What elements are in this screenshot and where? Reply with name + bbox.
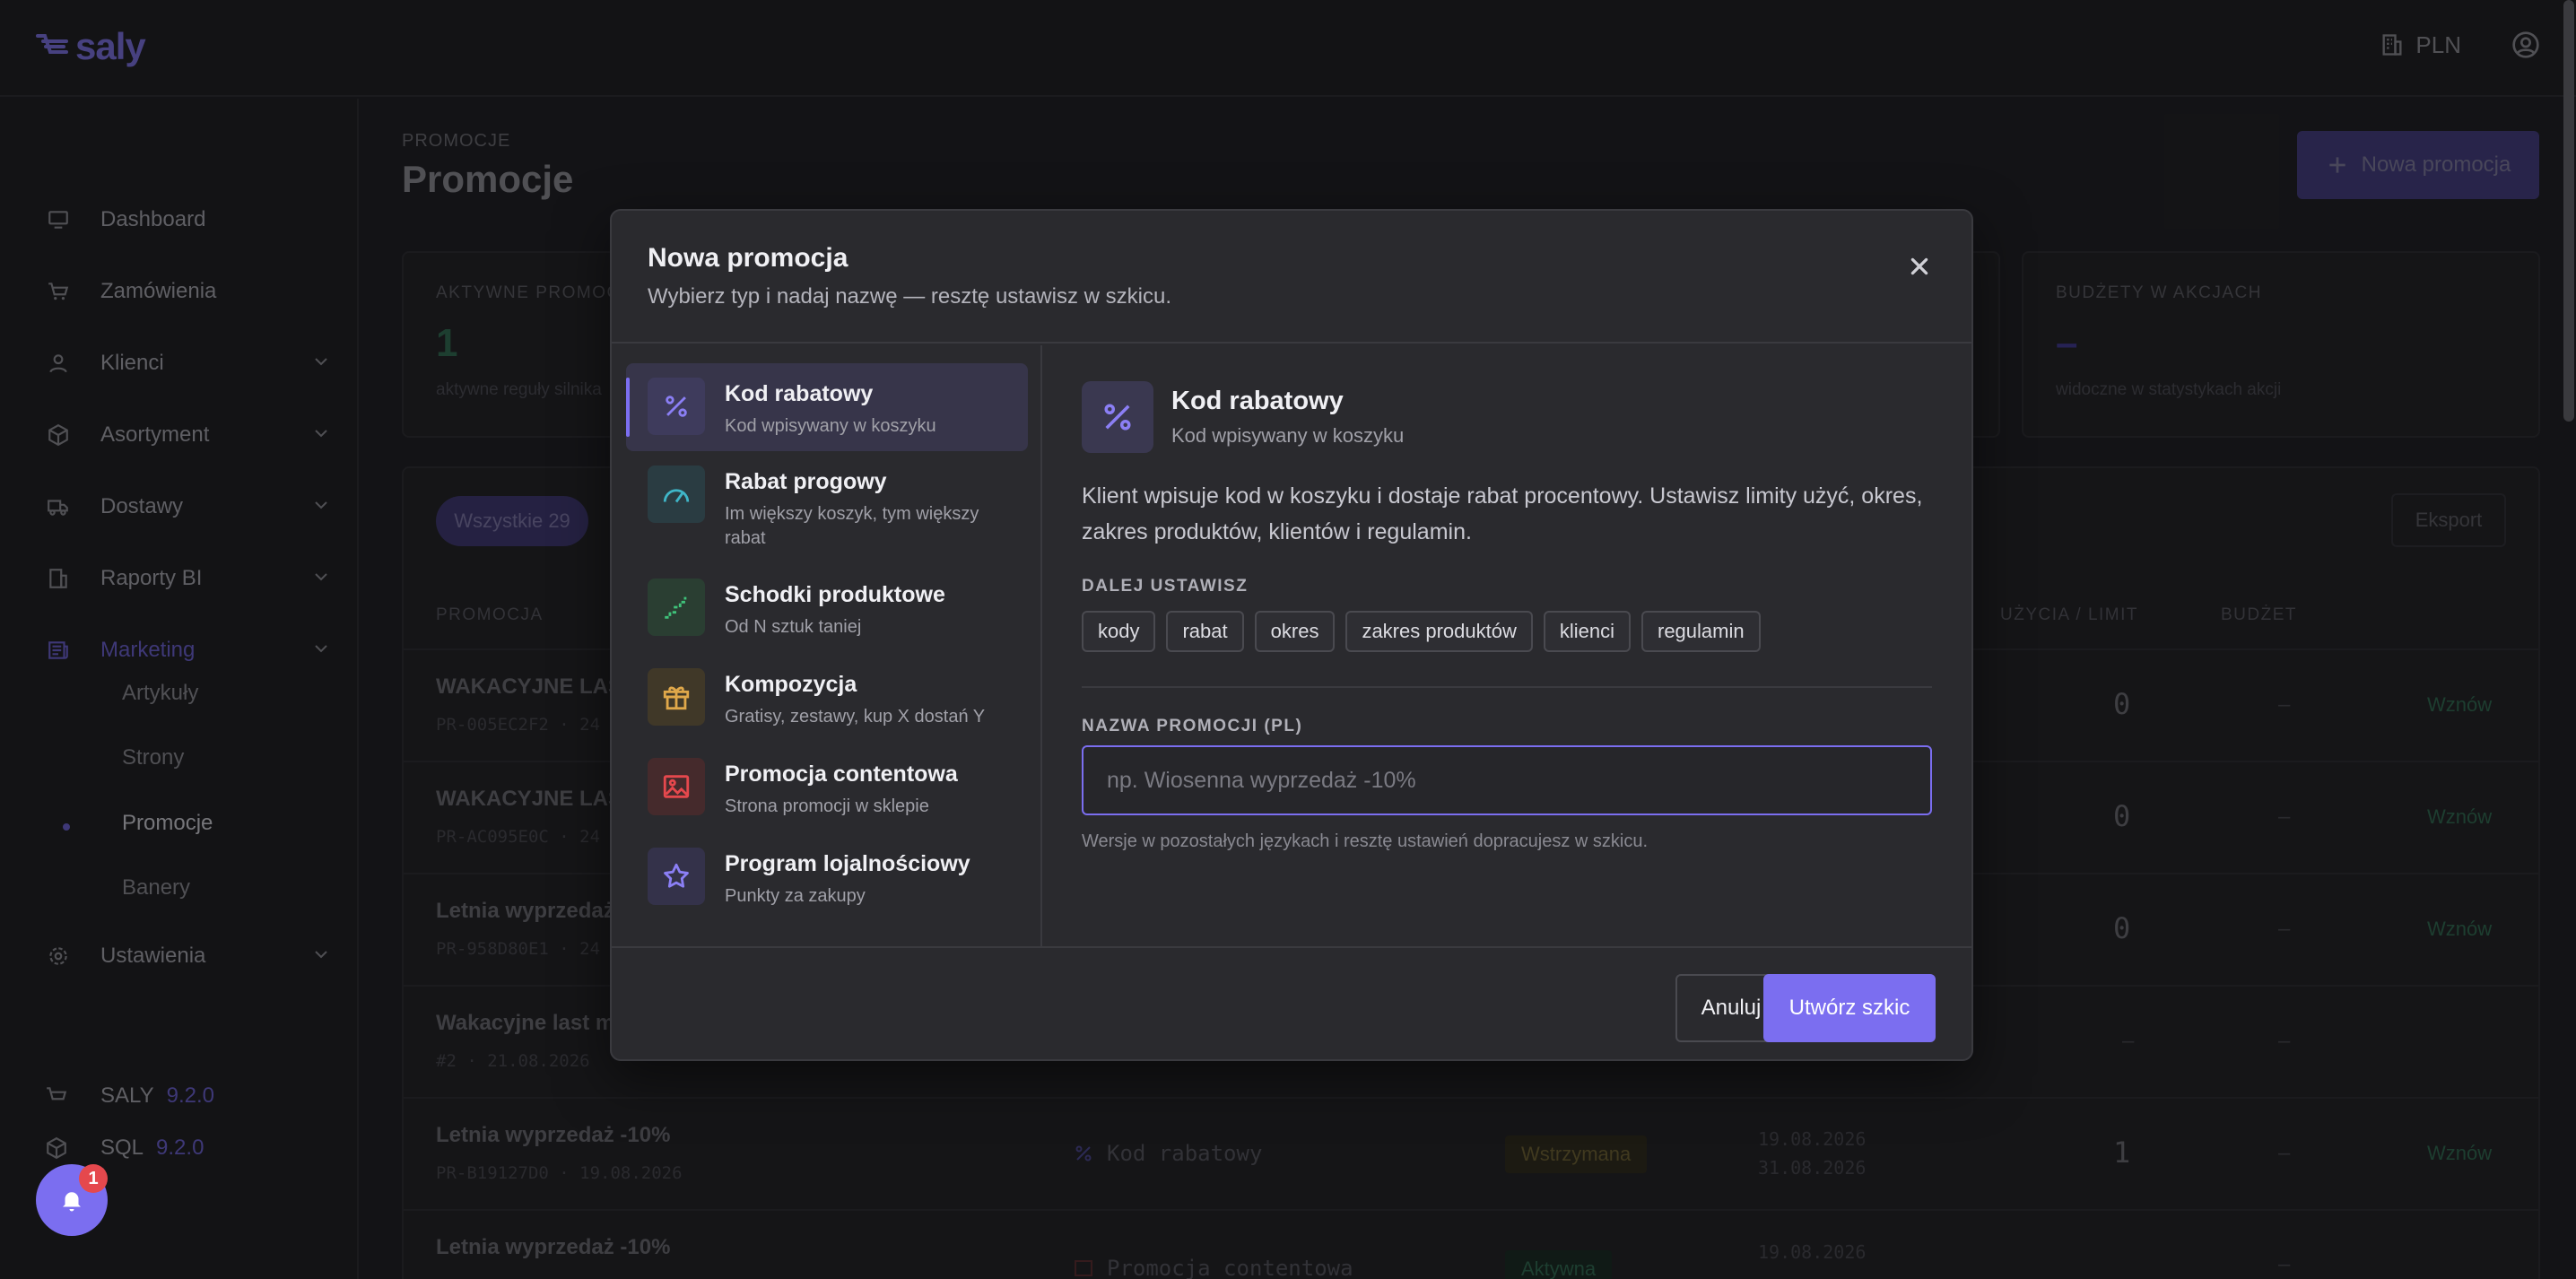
- star-icon: [664, 863, 689, 888]
- scrollbar[interactable]: [2563, 0, 2574, 422]
- type-option-threshold-discount[interactable]: Rabat progowy Im większy koszyk, tym wię…: [626, 451, 1028, 564]
- type-option-content-promotion[interactable]: Promocja contentowa Strona promocji w sk…: [626, 744, 1028, 833]
- promotion-name-hint: Wersje w pozostałych językach i resztę u…: [1082, 831, 1648, 851]
- new-promotion-dialog: Nowa promocja Wybierz typ i nadaj nazwę …: [610, 209, 1973, 1061]
- detail-subtitle: Kod wpisywany w koszyku: [1171, 424, 1405, 447]
- tag: rabat: [1166, 611, 1244, 652]
- tag: okres: [1254, 611, 1336, 652]
- dialog-title: Nowa promocja: [648, 243, 849, 273]
- tag: kody: [1082, 611, 1156, 652]
- detail-title: Kod rabatowy: [1171, 387, 1344, 415]
- promotion-type-detail: Kod rabatowy Kod wpisywany w koszyku Kli…: [1044, 345, 1971, 946]
- create-draft-button[interactable]: Utwórz szkic: [1763, 974, 1936, 1042]
- percent-icon: [666, 396, 687, 417]
- gauge-icon: [663, 489, 690, 503]
- type-option-product-steps[interactable]: Schodki produktowe Od N sztuk taniej: [626, 564, 1028, 654]
- tag: regulamin: [1641, 611, 1761, 652]
- dialog-subtitle: Wybierz typ i nadaj nazwę — resztę ustaw…: [648, 284, 1171, 309]
- notification-count-badge: 1: [79, 1164, 108, 1193]
- promotion-name-input[interactable]: [1082, 745, 1932, 815]
- percent-icon: [1104, 404, 1131, 431]
- gift-icon: [663, 686, 690, 710]
- detail-description: Klient wpisuje kod w koszyku i dostaje r…: [1082, 483, 1923, 544]
- promotion-type-list: Kod rabatowy Kod wpisywany w koszyku Rab…: [612, 345, 1042, 946]
- stairs-icon: [665, 596, 687, 619]
- next-settings-label: DALEJ USTAWISZ: [1082, 577, 1249, 596]
- next-settings-tags: kody rabat okres zakres produktów klienc…: [1082, 611, 1761, 652]
- bell-icon: [63, 1192, 81, 1212]
- tag: klienci: [1543, 611, 1631, 652]
- promotion-name-label: NAZWA PROMOCJI (PL): [1082, 717, 1303, 735]
- image-icon: [663, 775, 690, 798]
- dialog-footer: Anuluj Utwórz szkic: [612, 946, 1971, 1059]
- close-icon: [1910, 257, 1928, 275]
- type-option-loyalty-program[interactable]: Program lojalnościowy Punkty za zakupy: [626, 833, 1028, 923]
- dialog-header: Nowa promocja Wybierz typ i nadaj nazwę …: [612, 211, 1971, 344]
- type-option-composition[interactable]: Kompozycja Gratisy, zestawy, kup X dosta…: [626, 654, 1028, 744]
- close-button[interactable]: [1902, 248, 1937, 284]
- type-option-discount-code[interactable]: Kod rabatowy Kod wpisywany w koszyku: [626, 363, 1028, 451]
- tag: zakres produktów: [1345, 611, 1533, 652]
